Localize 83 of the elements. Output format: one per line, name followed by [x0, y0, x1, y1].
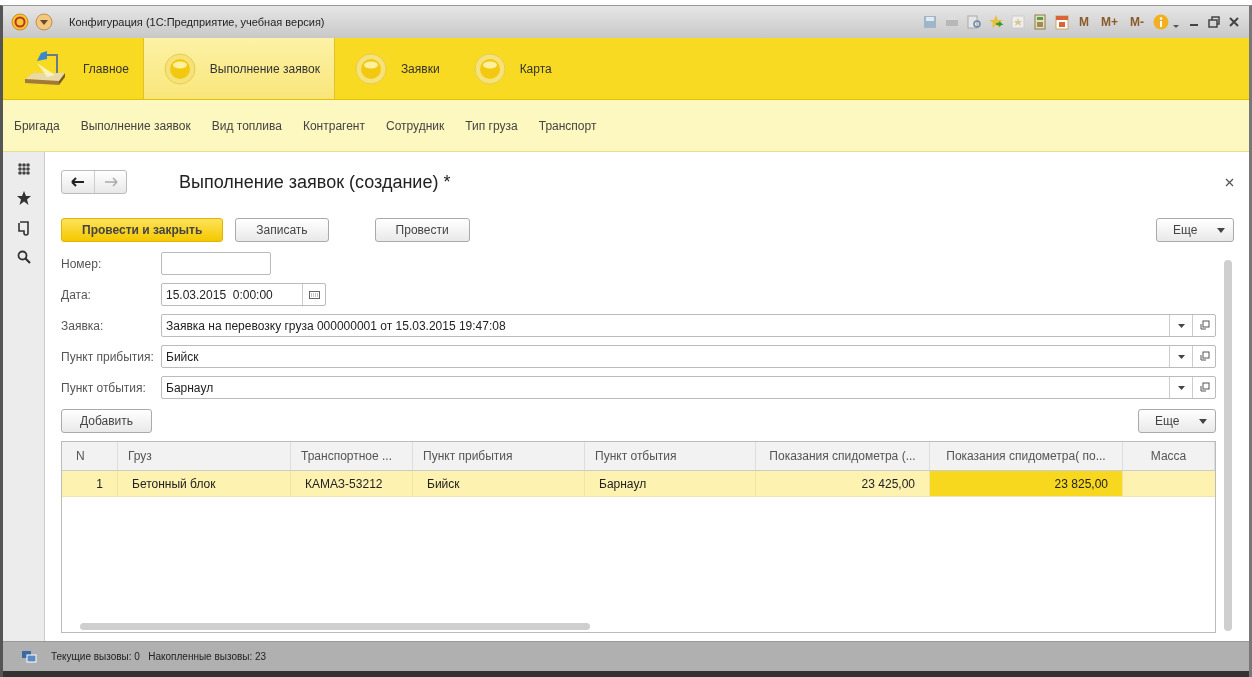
- nav-link[interactable]: Транспорт: [538, 118, 597, 133]
- column-header[interactable]: Транспортное ...: [291, 442, 413, 470]
- table-cell: Бетонный блок: [118, 471, 291, 496]
- reference-field[interactable]: Бийск: [161, 345, 1216, 368]
- table-cell: 1: [62, 471, 118, 496]
- left-arrow-icon: [71, 177, 85, 187]
- field-label: Номер:: [61, 256, 103, 271]
- column-header[interactable]: N: [62, 442, 118, 470]
- calendar-icon[interactable]: [308, 290, 320, 299]
- section-label: Карта: [519, 61, 552, 76]
- reference-field[interactable]: Заявка на перевозку груза 000000001 от 15.03.2015 19:47:08: [161, 314, 1216, 337]
- memory-button[interactable]: M: [1076, 15, 1092, 29]
- section-label: Выполнение заявок: [209, 61, 320, 76]
- field-label: Дата:: [61, 287, 92, 302]
- app-logo-icon[interactable]: [11, 13, 29, 31]
- number-field[interactable]: [161, 252, 271, 275]
- preview-icon[interactable]: [966, 14, 982, 30]
- window-title: Конфигурация (1С:Предприятие, учебная версия): [69, 16, 325, 28]
- field-label: Пункт прибытия:: [61, 349, 155, 364]
- dropdown-icon[interactable]: [1177, 354, 1185, 359]
- table-row[interactable]: 1 Бетонный блок КАМАЗ-53212 Бийск Барнаул 23 425,00 23 825,00: [62, 471, 1215, 497]
- date-field[interactable]: 15.03.2015 0:00:00: [161, 283, 326, 306]
- search-icon[interactable]: [16, 250, 31, 264]
- more-button[interactable]: Еще: [1138, 409, 1216, 433]
- restore-icon[interactable]: [1207, 15, 1221, 29]
- open-icon[interactable]: [1198, 320, 1210, 331]
- grid-menu-icon[interactable]: [16, 162, 31, 176]
- column-header[interactable]: Масса: [1123, 442, 1215, 470]
- section-label: Главное: [83, 61, 129, 76]
- column-header[interactable]: Пункт прибытия: [413, 442, 585, 470]
- section-label: Заявки: [400, 61, 440, 76]
- section-tab[interactable]: Выполнение заявок: [142, 38, 335, 99]
- table-cell: Бийск: [413, 471, 585, 496]
- nav-link[interactable]: Сотрудник: [386, 118, 445, 133]
- nav-link[interactable]: Бригада: [14, 118, 60, 133]
- add-button[interactable]: Добавить: [61, 409, 153, 433]
- open-icon[interactable]: [1198, 382, 1210, 393]
- star-icon[interactable]: [15, 190, 32, 206]
- open-icon[interactable]: [1198, 351, 1210, 362]
- right-arrow-icon: [103, 177, 118, 187]
- column-header[interactable]: Пункт отбытия: [585, 442, 756, 470]
- computers-icon[interactable]: [21, 649, 37, 664]
- calendar-icon[interactable]: [1054, 14, 1070, 30]
- nav-link[interactable]: Контрагент: [302, 118, 365, 133]
- calculator-icon[interactable]: [1032, 14, 1048, 30]
- table-cell: 23 825,00: [930, 471, 1123, 496]
- close-icon[interactable]: [1225, 177, 1234, 187]
- menu-icon[interactable]: [35, 13, 53, 31]
- orb-icon: [163, 52, 196, 85]
- section-tab[interactable]: Карта: [453, 38, 566, 99]
- form-button[interactable]: Записать: [235, 218, 329, 242]
- post-and-close-button[interactable]: Провести и закрыть: [61, 218, 224, 242]
- caret-icon: [1217, 227, 1225, 233]
- dropdown-icon[interactable]: [1177, 385, 1185, 390]
- more-button[interactable]: Еще: [1156, 218, 1234, 242]
- memory-button[interactable]: M+: [1098, 15, 1121, 29]
- dropdown-icon[interactable]: [1177, 323, 1185, 328]
- form-button[interactable]: Провести: [374, 218, 470, 242]
- caret-icon: [1199, 418, 1207, 424]
- table-cell: КАМАЗ-53212: [291, 471, 413, 496]
- reference-field[interactable]: Барнаул: [161, 376, 1216, 399]
- nav-link[interactable]: Выполнение заявок: [80, 118, 191, 133]
- scrollbar-thumb[interactable]: [1224, 260, 1232, 631]
- scrollbar-thumb[interactable]: [80, 622, 590, 630]
- info-icon[interactable]: [1153, 14, 1181, 30]
- memory-button[interactable]: M-: [1127, 15, 1147, 29]
- close-icon[interactable]: [1227, 15, 1241, 29]
- history-icon[interactable]: [16, 220, 31, 236]
- star-arrow-icon[interactable]: [988, 14, 1004, 30]
- column-header[interactable]: Груз: [118, 442, 291, 470]
- section-tab[interactable]: Заявки: [334, 38, 454, 99]
- table-cell: Барнаул: [585, 471, 756, 496]
- orb-icon: [354, 52, 387, 85]
- nav-link[interactable]: Вид топлива: [211, 118, 282, 133]
- field-label: Пункт отбытия:: [61, 380, 147, 395]
- column-header[interactable]: Показания спидометра (...: [756, 442, 930, 470]
- form-title: Выполнение заявок (создание) *: [179, 171, 451, 193]
- nav-link[interactable]: Тип груза: [465, 118, 518, 133]
- column-header[interactable]: Показания спидометра( по...: [930, 442, 1123, 470]
- section-tab[interactable]: Главное: [3, 38, 143, 99]
- field-label: Заявка:: [61, 318, 105, 333]
- orb-icon: [473, 52, 506, 85]
- status-text: Текущие вызовы: 0 Накопленные вызовы: 23: [51, 651, 267, 662]
